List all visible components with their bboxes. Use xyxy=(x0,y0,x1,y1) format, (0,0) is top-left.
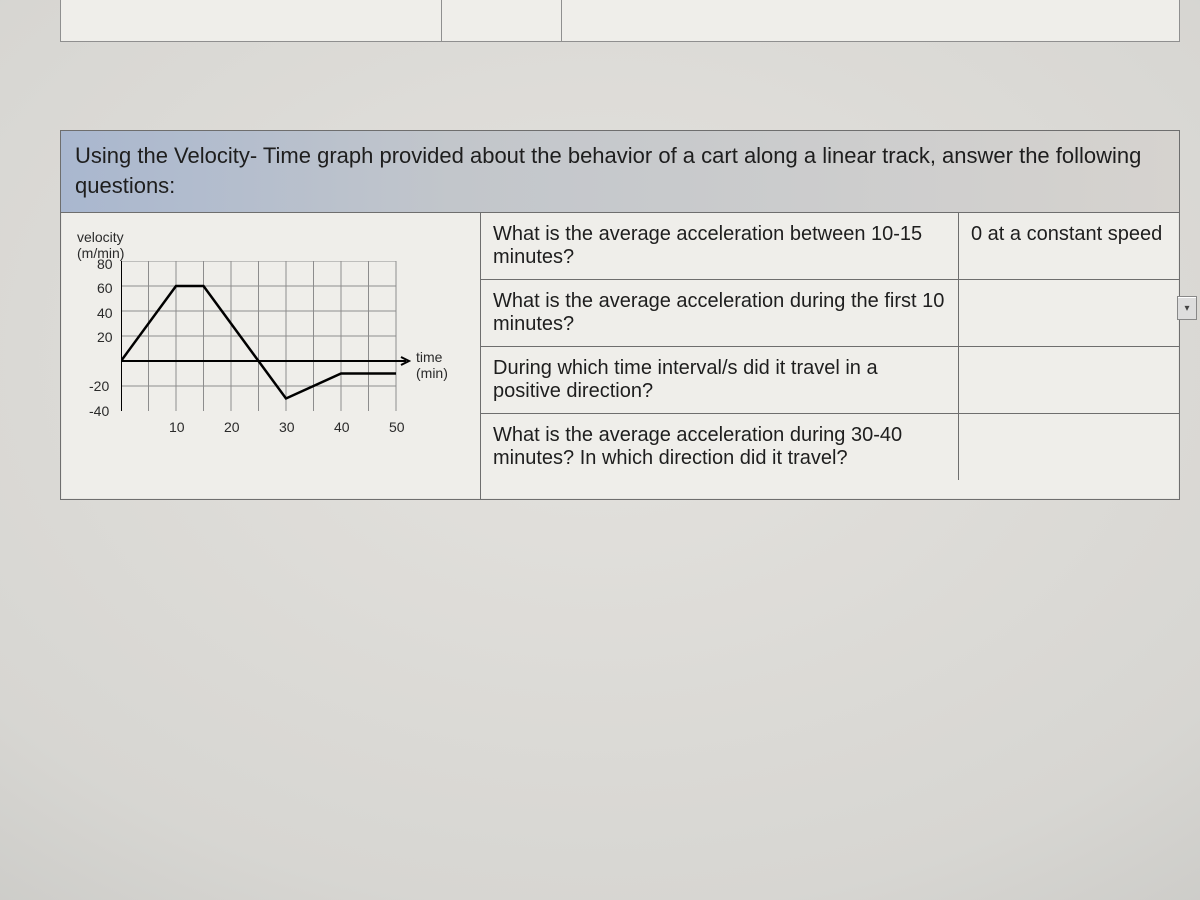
graph-svg xyxy=(121,261,411,421)
y-tick: 40 xyxy=(97,305,113,321)
questions-column: What is the average acceleration between… xyxy=(481,213,1179,499)
question-row: What is the average acceleration during … xyxy=(481,413,1179,480)
question-row: What is the average acceleration during … xyxy=(481,279,1179,346)
answer-cell[interactable] xyxy=(959,347,1179,413)
y-tick: 60 xyxy=(97,280,113,296)
question-row: During which time interval/s did it trav… xyxy=(481,346,1179,413)
top-divider-2 xyxy=(561,0,562,41)
y-tick: -40 xyxy=(89,403,109,419)
worksheet-table: Using the Velocity- Time graph provided … xyxy=(60,130,1180,500)
question-text: What is the average acceleration during … xyxy=(481,280,959,346)
answer-cell[interactable] xyxy=(959,414,1179,480)
graph-cell: velocity (m/min) time (min) 80 60 40 20 … xyxy=(61,213,481,499)
x-tick: 40 xyxy=(334,419,350,435)
answer-text: 0 at a constant speed xyxy=(971,223,1162,245)
y-tick: -20 xyxy=(89,378,109,394)
x-tick: 20 xyxy=(224,419,240,435)
question-row: What is the average acceleration between… xyxy=(481,213,1179,279)
top-divider-1 xyxy=(441,0,442,41)
velocity-time-graph: velocity (m/min) time (min) 80 60 40 20 … xyxy=(71,229,471,489)
question-text: What is the average acceleration between… xyxy=(481,213,959,279)
x-tick: 10 xyxy=(169,419,185,435)
dropdown-button[interactable]: ▾ xyxy=(1177,296,1197,320)
answer-cell[interactable]: ▾ xyxy=(959,280,1179,346)
question-text: What is the average acceleration during … xyxy=(481,414,959,480)
x-axis-title: time (min) xyxy=(416,349,448,381)
x-tick: 30 xyxy=(279,419,295,435)
y-tick: 20 xyxy=(97,329,113,345)
x-tick: 50 xyxy=(389,419,405,435)
chevron-down-icon: ▾ xyxy=(1184,303,1189,314)
top-empty-row xyxy=(60,0,1180,42)
prompt-text: Using the Velocity- Time graph provided … xyxy=(61,131,1179,213)
content-row: velocity (m/min) time (min) 80 60 40 20 … xyxy=(61,213,1179,499)
question-text: During which time interval/s did it trav… xyxy=(481,347,959,413)
y-tick: 80 xyxy=(97,256,113,272)
answer-cell[interactable]: 0 at a constant speed xyxy=(959,213,1179,279)
